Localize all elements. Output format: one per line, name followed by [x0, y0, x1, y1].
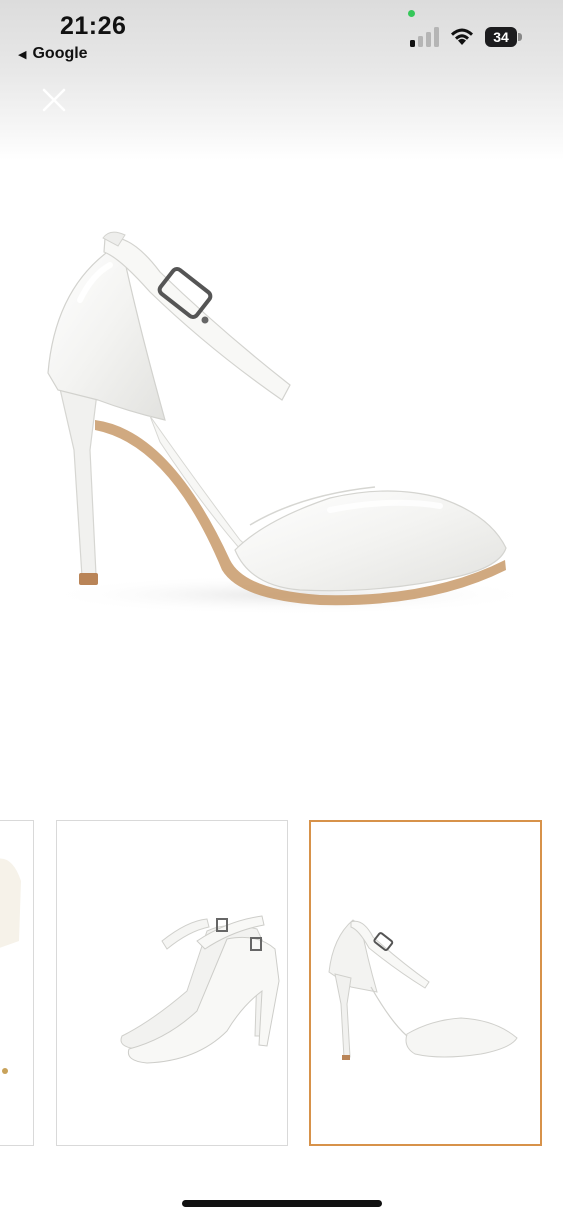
battery-cap [518, 33, 522, 41]
cellular-signal-icon [410, 27, 439, 47]
back-app-label: Google [32, 45, 88, 62]
back-triangle-icon: ◀ [18, 48, 27, 61]
thumbnail-3[interactable] [309, 820, 542, 1146]
thumbnail-1-image [0, 858, 21, 1074]
back-to-app-link[interactable]: ◀ Google [18, 45, 88, 63]
close-button[interactable] [38, 84, 70, 116]
product-main-image[interactable] [0, 180, 563, 790]
battery-icon: 34 [485, 27, 517, 47]
camera-indicator-dot [408, 10, 415, 17]
thumbnail-2-image [120, 915, 280, 1064]
thumbnail-3-image [328, 919, 518, 1060]
battery-level: 34 [493, 29, 509, 45]
thumbnail-2[interactable] [56, 820, 288, 1146]
wifi-icon [451, 28, 473, 45]
status-time: 21:26 [60, 12, 127, 40]
thumbnail-1[interactable] [0, 820, 34, 1146]
close-icon [42, 88, 66, 112]
home-indicator[interactable] [182, 1200, 382, 1207]
